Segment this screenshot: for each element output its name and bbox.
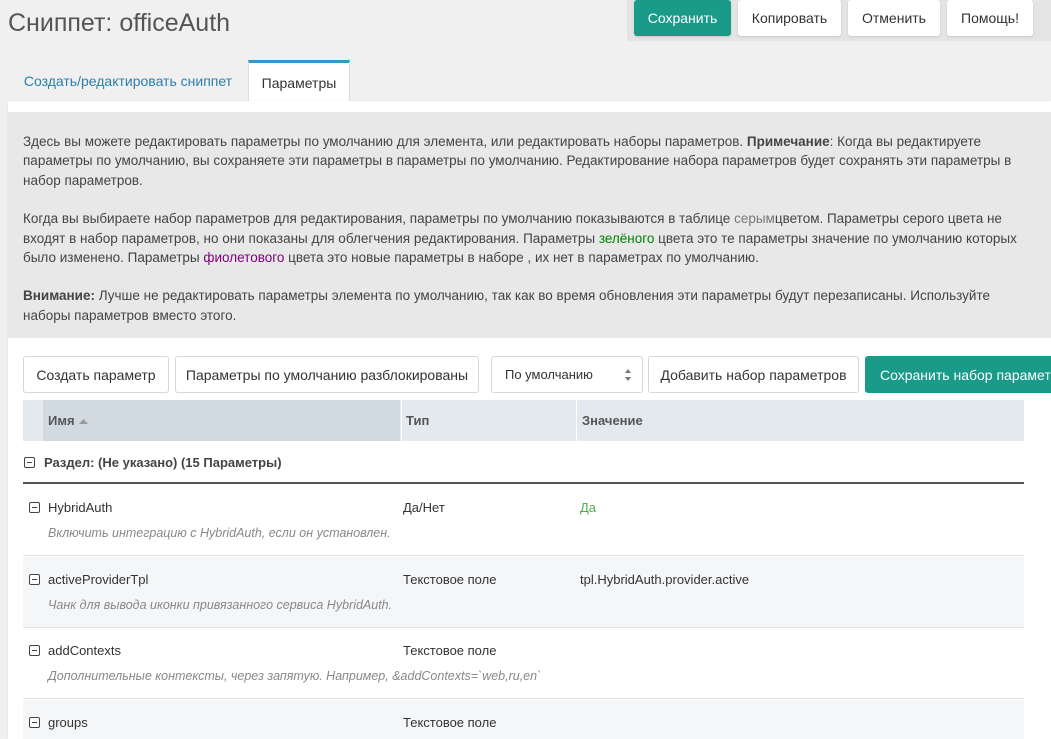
row-value[interactable]: Да [580, 500, 596, 515]
table-row[interactable]: groups Текстовое поле [23, 700, 1024, 739]
row-type: Текстовое поле [403, 715, 497, 730]
collapse-icon[interactable] [29, 717, 40, 728]
page-title: Сниппет: officeAuth [8, 9, 231, 37]
grid-header: Имя Тип Значение [23, 400, 1024, 441]
row-type: Текстовое поле [403, 572, 497, 587]
properties-panel: Здесь вы можете редактировать параметры … [8, 101, 1051, 739]
group-row[interactable]: Раздел: (Не указано) (15 Параметры) [23, 442, 1024, 484]
row-name: addContexts [48, 643, 121, 658]
column-name[interactable]: Имя [43, 400, 400, 441]
row-value[interactable]: tpl.HybridAuth.provider.active [580, 572, 749, 587]
row-description: Включить интеграцию с HybridAuth, если о… [48, 526, 391, 540]
table-row[interactable]: HybridAuth Да/Нет Да Включить интеграцию… [23, 485, 1024, 556]
collapse-icon[interactable] [29, 574, 40, 585]
row-name: HybridAuth [48, 500, 113, 515]
row-description: Чанк для вывода иконки привязанного серв… [48, 598, 393, 612]
copy-button[interactable]: Копировать [738, 0, 841, 36]
column-value[interactable]: Значение [576, 400, 1024, 441]
property-set-select-value: По умолчанию [505, 367, 593, 382]
row-description: Дополнительные контексты, через запятую.… [48, 669, 542, 683]
table-row[interactable]: addContexts Текстовое поле Дополнительны… [23, 628, 1024, 699]
group-label: Раздел: (Не указано) (15 Параметры) [44, 454, 282, 470]
info-paragraph-2: Когда вы выбираете набор параметров для … [23, 211, 1017, 266]
save-property-set-button[interactable]: Сохранить набор параметров [865, 356, 1051, 393]
cancel-button[interactable]: Отменить [848, 0, 940, 36]
info-paragraph-1: Здесь вы можете редактировать параметры … [23, 134, 1012, 188]
row-type: Да/Нет [403, 500, 445, 515]
table-row[interactable]: activeProviderTpl Текстовое поле tpl.Hyb… [23, 557, 1024, 628]
sort-asc-icon [78, 418, 88, 424]
create-parameter-button[interactable]: Создать параметр [23, 356, 169, 393]
column-type[interactable]: Тип [401, 400, 575, 441]
collapse-icon[interactable] [29, 502, 40, 513]
info-box: Здесь вы можете редактировать параметры … [8, 112, 1051, 338]
tab-edit-snippet[interactable]: Создать/редактировать сниппет [8, 60, 248, 102]
row-name: groups [48, 715, 88, 730]
info-paragraph-3: Внимание: Лучше не редактировать парамет… [23, 288, 990, 323]
collapse-icon[interactable] [24, 457, 35, 468]
defaults-unlocked-button[interactable]: Параметры по умолчанию разблокированы [175, 356, 479, 393]
collapse-icon[interactable] [29, 645, 40, 656]
row-type: Текстовое поле [403, 643, 497, 658]
save-button[interactable]: Сохранить [634, 0, 731, 36]
add-property-set-button[interactable]: Добавить набор параметров [648, 356, 859, 393]
select-arrows-icon [625, 369, 631, 381]
help-button[interactable]: Помощь! [947, 0, 1033, 36]
row-name: activeProviderTpl [48, 572, 149, 587]
tab-properties[interactable]: Параметры [248, 60, 350, 102]
action-bar: Сохранить Копировать Отменить Помощь! [627, 0, 1051, 41]
property-set-select[interactable]: По умолчанию [491, 356, 643, 393]
